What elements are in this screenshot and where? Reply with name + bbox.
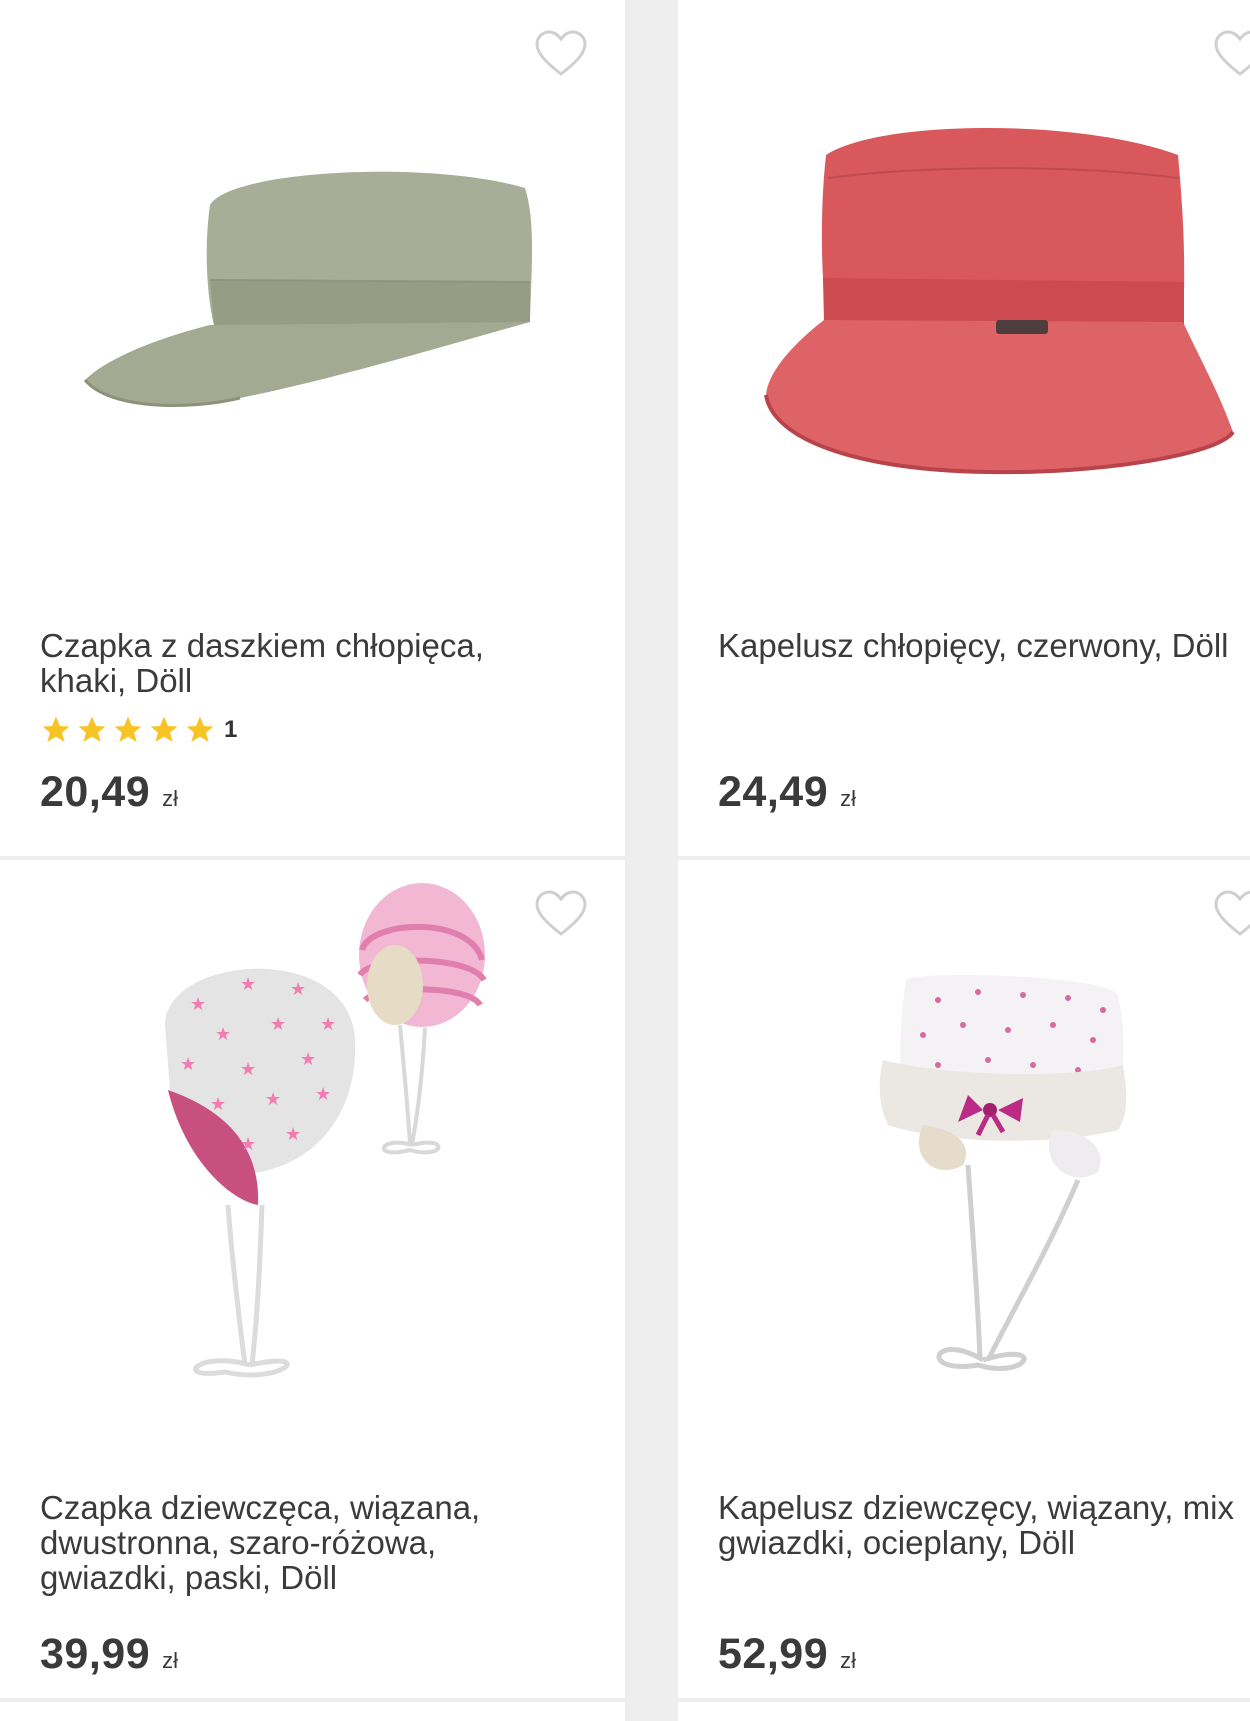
product-card[interactable] (0, 1702, 625, 1721)
svg-text:★: ★ (315, 1084, 331, 1104)
price-amount: 24,49 (718, 768, 829, 816)
svg-text:★: ★ (265, 1089, 281, 1109)
product-price: 52,99 zł (718, 1630, 856, 1679)
product-rating: 1 (40, 712, 237, 748)
svg-text:★: ★ (300, 1049, 316, 1069)
product-grid: Czapka z daszkiem chłopięca, khaki, Döll… (0, 0, 1250, 1721)
red-bucket-hat-image[interactable] (678, 0, 1250, 560)
product-title[interactable]: Czapka z daszkiem chłopięca, khaki, Döll (40, 628, 580, 698)
price-amount: 39,99 (40, 1630, 151, 1678)
product-card[interactable]: Czapka z daszkiem chłopięca, khaki, Döll… (0, 0, 625, 856)
price-currency: zł (162, 1648, 178, 1673)
product-card[interactable]: ★ ★ ★ ★ ★ ★ ★ ★ ★ ★ ★ ★ ★ ★ Czapka dziewczęca, wi… (0, 860, 625, 1698)
svg-text:★: ★ (285, 1124, 301, 1144)
favorite-heart-icon[interactable] (1214, 30, 1250, 78)
svg-text:★: ★ (240, 1134, 256, 1154)
star-icon (186, 716, 214, 742)
product-title[interactable]: Kapelusz chłopięcy, czerwony, Döll (718, 628, 1250, 663)
price-currency: zł (162, 786, 178, 811)
product-title[interactable]: Kapelusz dziewczęcy, wiązany, mix gwiazd… (718, 1490, 1250, 1560)
star-icon (114, 716, 142, 742)
product-price: 24,49 zł (718, 768, 856, 817)
svg-text:★: ★ (180, 1054, 196, 1074)
product-card[interactable] (678, 1702, 1250, 1721)
svg-text:★: ★ (270, 1014, 286, 1034)
svg-text:★: ★ (215, 1024, 231, 1044)
favorite-heart-icon[interactable] (535, 890, 587, 938)
svg-text:★: ★ (290, 979, 306, 999)
svg-text:★: ★ (320, 1014, 336, 1034)
star-icon (42, 716, 70, 742)
pink-star-baby-hats-image[interactable]: ★★ ★ ★ ★ ★ ★ ★ ★ ★ ★★ ★★ (0, 860, 625, 1420)
price-amount: 20,49 (40, 768, 151, 816)
price-currency: zł (840, 1648, 856, 1673)
white-winter-hat-image[interactable] (678, 860, 1250, 1420)
price-currency: zł (840, 786, 856, 811)
khaki-cap-image[interactable] (0, 0, 625, 560)
product-price: 20,49 zł (40, 768, 178, 817)
rating-count: 1 (224, 716, 238, 743)
svg-text:★: ★ (240, 1059, 256, 1079)
product-card[interactable]: Kapelusz chłopięcy, czerwony, Döll 24,49… (678, 0, 1250, 856)
svg-text:★: ★ (240, 974, 256, 994)
svg-text:★: ★ (190, 994, 206, 1014)
product-title[interactable]: Czapka dziewczęca, wiązana, dwustronna, … (40, 1490, 580, 1595)
product-price: 39,99 zł (40, 1630, 178, 1679)
star-icon (78, 716, 106, 742)
star-icon (150, 716, 178, 742)
product-card[interactable]: Kapelusz dziewczęcy, wiązany, mix gwiazd… (678, 860, 1250, 1698)
favorite-heart-icon[interactable] (535, 30, 587, 78)
favorite-heart-icon[interactable] (1214, 890, 1250, 938)
price-amount: 52,99 (718, 1630, 829, 1678)
svg-text:★: ★ (210, 1094, 226, 1114)
